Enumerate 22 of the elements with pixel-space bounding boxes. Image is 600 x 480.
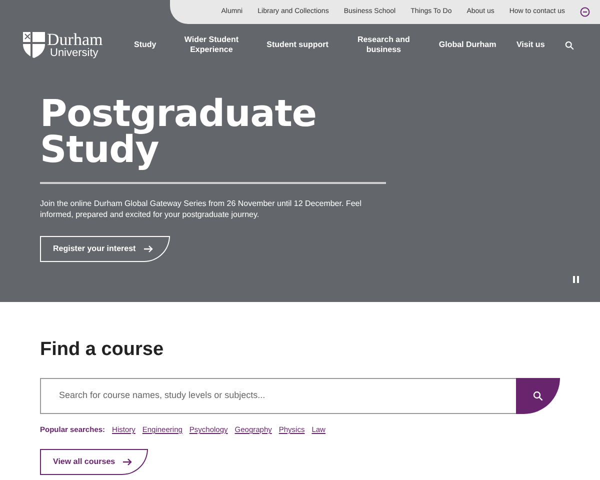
shield-logo-icon[interactable] [22, 31, 46, 59]
arrow-right-icon [144, 245, 153, 253]
logo-name: Durham [47, 31, 103, 48]
nav-link[interactable]: Research and business [348, 35, 419, 55]
search-button[interactable] [516, 378, 560, 414]
register-button[interactable]: Register your interest [40, 236, 170, 262]
nav-link[interactable]: Study [134, 40, 156, 50]
search-icon [533, 391, 543, 401]
minus-circle-icon[interactable] [580, 7, 590, 17]
nav-link[interactable]: Global Durham [438, 40, 496, 50]
pause-icon[interactable] [573, 276, 579, 283]
logo-subtitle: University [50, 48, 100, 59]
search-icon[interactable] [564, 40, 574, 50]
search-field[interactable]: Search for course names, study levels or subjects... [40, 378, 516, 414]
nav-link[interactable]: Student support [266, 40, 328, 50]
arrow-right-icon [123, 458, 132, 466]
view-all-button[interactable]: View all courses [40, 449, 148, 476]
nav-link[interactable]: Visit us [516, 40, 545, 50]
hero-text: Join the online Durham Global Gateway Series from 26 November until 12 December. Feel informed, prepared and excited for your postgraduate journey. [40, 198, 362, 220]
nav-link[interactable]: Wider Student Experience [176, 35, 246, 55]
section-title: Find a course [40, 338, 165, 362]
hero-title: Postgraduate Study [40, 96, 318, 168]
